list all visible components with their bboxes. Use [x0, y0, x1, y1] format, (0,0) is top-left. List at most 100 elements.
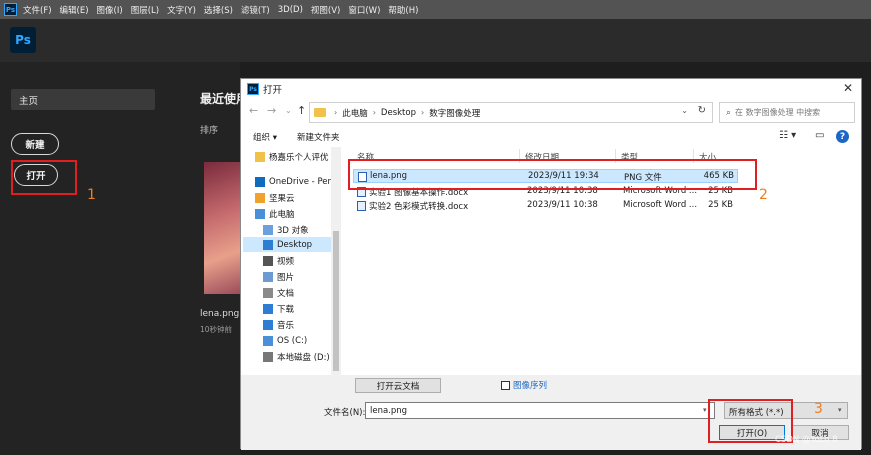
nav-item[interactable]: 此电脑 [243, 206, 341, 221]
chevron-down-icon[interactable]: ⌄ [681, 106, 688, 115]
nav-item[interactable]: 下载 [243, 301, 341, 316]
forward-arrow-icon[interactable]: → [267, 104, 276, 117]
annotation-number-1: 1 [87, 187, 96, 203]
annotation-number-3: 3 [814, 401, 823, 417]
back-arrow-icon[interactable]: ← [249, 104, 258, 117]
menu-view[interactable]: 视图(V) [311, 4, 340, 16]
menu-3d[interactable]: 3D(D) [278, 5, 303, 15]
music-icon [263, 319, 273, 330]
nav-item[interactable]: 文档 [243, 285, 341, 300]
filename-dropdown-icon[interactable]: ▾ [703, 406, 707, 414]
drive-icon [263, 335, 273, 346]
nav-item-label: 文档 [277, 288, 295, 299]
breadcrumb-chevron-icon: › [420, 108, 425, 117]
help-icon[interactable]: ? [836, 130, 849, 143]
nav-item[interactable]: 3D 对象 [243, 222, 341, 237]
ps-menubar: Ps 文件(F) 编辑(E) 图像(I) 图层(L) 文字(Y) 选择(S) 滤… [0, 0, 871, 19]
annotation-number-2: 2 [759, 187, 768, 203]
recent-file-time: 10秒钟前 [200, 325, 233, 334]
view-options-icon[interactable]: ☷ ▾ [779, 130, 796, 141]
home-nav-item[interactable]: 主页 [11, 89, 155, 110]
dialog-bottom-area: 打开云文档 图像序列 文件名(N): lena.png ▾ 所有格式 (*.*)… [241, 375, 861, 450]
photoshop-logo-icon: Ps [4, 3, 17, 16]
nav-item-label: 坚果云 [269, 193, 295, 204]
dialog-titlebar: Ps 打开 ✕ [241, 79, 861, 99]
menu-select[interactable]: 选择(S) [204, 4, 233, 16]
nav-item[interactable]: 图片 [243, 269, 341, 284]
breadcrumb-this-pc[interactable]: 此电脑 [342, 107, 368, 119]
search-placeholder: 在 数字图像处理 中搜索 [735, 108, 821, 117]
address-bar[interactable]: › 此电脑 › Desktop › 数字图像处理 ⌄ ↻ [309, 102, 713, 123]
menu-layer[interactable]: 图层(L) [131, 4, 159, 16]
menu-help[interactable]: 帮助(H) [388, 4, 418, 16]
navigation-row: ← → ⌄ ↑ › 此电脑 › Desktop › 数字图像处理 ⌄ ↻ ⌕ 在… [241, 101, 861, 125]
filename-input[interactable]: lena.png [365, 402, 715, 419]
recent-file-thumbnail[interactable] [204, 162, 242, 294]
breadcrumb-folder[interactable]: 数字图像处理 [429, 107, 480, 119]
menu-file[interactable]: 文件(F) [23, 4, 52, 16]
nav-item-label: 音乐 [277, 320, 295, 331]
menu-edit[interactable]: 编辑(E) [60, 4, 89, 16]
nav-item[interactable]: 本地磁盘 (D:) [243, 349, 341, 364]
nav-item[interactable]: OneDrive - Perso [243, 174, 341, 189]
file-type: Microsoft Word ... [623, 200, 698, 210]
photoshop-logo-icon: Ps [247, 83, 259, 95]
nav-item-label: 图片 [277, 272, 295, 283]
sort-label[interactable]: 排序 [200, 123, 218, 136]
image-sequence-checkbox[interactable]: 图像序列 [501, 379, 547, 391]
nav-item[interactable]: 视频 [243, 253, 341, 268]
nav-item-label: OS (C:) [277, 335, 308, 346]
nav-item[interactable]: OS (C:) [243, 333, 341, 348]
nav-item[interactable]: 音乐 [243, 317, 341, 332]
new-folder-button[interactable]: 新建文件夹 [297, 131, 340, 143]
folder-icon [255, 151, 265, 162]
new-button[interactable]: 新建 [11, 133, 59, 155]
nav-item-label: Desktop [277, 239, 313, 250]
search-input[interactable]: ⌕ 在 数字图像处理 中搜索 [719, 102, 855, 123]
watermark: CSDN @YoLo 8 [775, 435, 838, 445]
file-row[interactable]: 实验2 色彩模式转换.docx 2023/9/11 10:38 Microsoft … [353, 199, 738, 213]
organize-button[interactable]: 组织 ▾ [253, 131, 277, 143]
recent-locations-chevron-icon[interactable]: ⌄ [285, 106, 292, 115]
menu-type[interactable]: 文字(Y) [167, 4, 196, 16]
close-icon[interactable]: ✕ [843, 81, 853, 95]
breadcrumb-chevron-icon: › [372, 108, 376, 117]
dialog-toolbar: 组织 ▾ 新建文件夹 ☷ ▾ ▭ ? [241, 128, 861, 146]
filename-label: 文件名(N): [324, 408, 366, 418]
cube-icon [263, 224, 273, 235]
menu-window[interactable]: 窗口(W) [348, 4, 380, 16]
file-name: 实验2 色彩模式转换.docx [369, 202, 469, 212]
drive-icon [263, 351, 273, 362]
search-icon: ⌕ [726, 107, 732, 118]
breadcrumb-chevron-icon: › [334, 108, 338, 117]
nav-item[interactable]: Desktop [243, 237, 341, 252]
recent-file-name: lena.png [200, 309, 240, 319]
scrollbar-thumb[interactable] [333, 231, 339, 371]
refresh-icon[interactable]: ↻ [698, 105, 706, 116]
photoshop-logo-icon: Ps [10, 27, 36, 53]
up-arrow-icon[interactable]: ↑ [297, 104, 306, 117]
folder-icon [314, 108, 326, 117]
nav-item-label: OneDrive - Perso [269, 176, 341, 187]
breadcrumb-desktop[interactable]: Desktop [381, 108, 416, 118]
open-cloud-docs-button[interactable]: 打开云文档 [355, 378, 441, 393]
desktop-icon [263, 239, 273, 250]
annotation-box-1 [11, 160, 77, 195]
open-file-dialog: Ps 打开 ✕ ← → ⌄ ↑ › 此电脑 › Desktop › 数字图像处理… [240, 78, 862, 450]
nav-item-label: 3D 对象 [277, 225, 309, 236]
annotation-box-2 [348, 159, 757, 190]
nut-icon [255, 192, 265, 203]
nav-item-label: 此电脑 [269, 209, 295, 220]
nav-pane-scrollbar[interactable] [331, 147, 341, 375]
nav-item[interactable]: 坚果云 [243, 190, 341, 205]
menu-filter[interactable]: 滤镜(T) [241, 4, 270, 16]
nav-item[interactable]: 杨嘉乐个人评优 [243, 149, 341, 164]
file-size: 25 KB [708, 200, 733, 210]
filter-chevron-down-icon[interactable]: ▾ [838, 406, 842, 414]
cloud-icon [255, 176, 265, 187]
preview-pane-icon[interactable]: ▭ [815, 130, 824, 141]
menu-image[interactable]: 图像(I) [97, 4, 123, 16]
download-icon [263, 303, 273, 314]
ps-app-bar: Ps [0, 19, 871, 62]
checkbox-box[interactable] [501, 380, 510, 390]
